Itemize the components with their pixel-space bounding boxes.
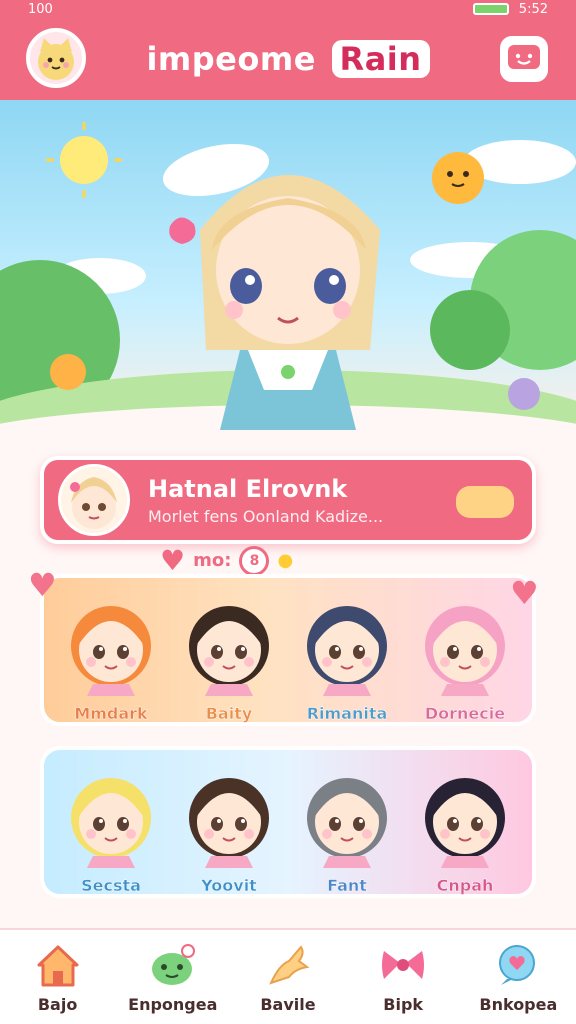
character-portrait (295, 588, 399, 700)
status-time-right: 5:52 (518, 1, 548, 17)
character-portrait (413, 588, 517, 700)
chat-icon (494, 941, 542, 989)
character-card[interactable]: Yoovit (174, 749, 284, 895)
character-card[interactable]: Baity (174, 577, 284, 723)
title-accent: Rain (331, 40, 430, 78)
user-avatar-button[interactable] (26, 28, 86, 88)
battery-icon (472, 3, 509, 15)
character-portrait (59, 760, 163, 872)
profile-avatar-portrait (61, 467, 127, 533)
messages-button[interactable] (500, 36, 548, 82)
section-count-badge[interactable]: 8 (239, 545, 270, 576)
character-row-2: Secsta Yoovit Fant Cnpah (40, 746, 536, 898)
profile-name: Hatnal Elrovnk (148, 474, 348, 503)
character-portrait (295, 760, 399, 872)
section-label: mo: (193, 550, 232, 571)
character-portrait (177, 588, 281, 700)
nav-label: Bnkopea (479, 994, 558, 1014)
character-portrait (59, 588, 163, 700)
nav-label: Bajo (37, 994, 78, 1014)
hero-illustration (0, 100, 576, 440)
star-dot-icon: ● (277, 550, 294, 571)
cat-avatar-icon (38, 38, 74, 80)
app-header: impeome Rain (0, 18, 576, 100)
character-name: Cnpah (436, 876, 494, 895)
character-name: Rimanita (306, 704, 388, 723)
character-portrait (177, 760, 281, 872)
heart-decoration-icon: ♥ (28, 566, 57, 604)
character-portrait (413, 760, 517, 872)
character-row-1: Mmdark Baity Rimanita Dornecie (40, 574, 536, 726)
status-right: 5:52 (472, 1, 548, 17)
character-name: Mmdark (74, 704, 148, 723)
character-card[interactable]: Mmdark (56, 577, 166, 723)
nav-item-home[interactable]: Bajo (3, 941, 113, 1014)
status-time-left: 100 (28, 1, 53, 17)
cookie-badge-icon (456, 486, 514, 518)
nav-item-chat[interactable]: Bnkopea (463, 941, 573, 1014)
nav-item-frog[interactable]: Enpongea (118, 941, 228, 1014)
nav-label: Bavile (260, 994, 316, 1014)
nav-item-star[interactable]: Bavile (233, 941, 343, 1014)
star-icon (264, 941, 312, 989)
section-header: ♥ mo: 8 ● (160, 544, 293, 577)
character-card[interactable]: Secsta (56, 749, 166, 895)
home-icon (34, 941, 82, 989)
profile-subtitle: Morlet fens Oonland Kadize... (148, 506, 384, 526)
heart-icon: ♥ (160, 544, 186, 577)
smile-chat-icon (508, 45, 540, 69)
bow-icon (379, 941, 427, 989)
bottom-navigation: Bajo Enpongea Bavile Bipk Bnkopea (0, 928, 576, 1024)
character-name: Fant (327, 876, 367, 895)
title-main: impeome (146, 40, 316, 78)
character-name: Baity (205, 704, 253, 723)
app-title: impeome Rain (146, 40, 430, 78)
profile-avatar (58, 464, 130, 536)
character-card[interactable]: Rimanita (292, 577, 402, 723)
character-card[interactable]: Cnpah (410, 749, 520, 895)
character-name: Secsta (81, 876, 141, 895)
heart-decoration-icon: ♥ (510, 574, 539, 612)
nav-item-bow[interactable]: Bipk (348, 941, 458, 1014)
profile-card[interactable]: Hatnal Elrovnk Morlet fens Oonland Kadiz… (40, 456, 536, 544)
profile-text: Hatnal Elrovnk Morlet fens Oonland Kadiz… (148, 475, 383, 526)
frog-icon (149, 941, 197, 989)
hero-scene (0, 122, 576, 440)
nav-label: Enpongea (128, 994, 218, 1014)
character-card[interactable]: Dornecie (410, 577, 520, 723)
character-name: Yoovit (201, 876, 257, 895)
character-card[interactable]: Fant (292, 749, 402, 895)
status-bar: 100 5:52 (0, 0, 576, 18)
character-name: Dornecie (424, 704, 506, 723)
nav-label: Bipk (383, 994, 424, 1014)
